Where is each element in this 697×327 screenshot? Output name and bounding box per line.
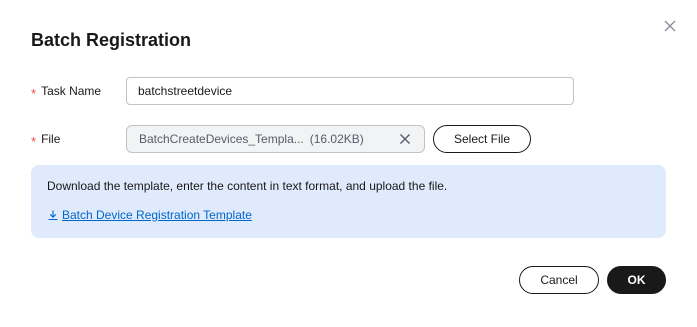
selected-file-name: BatchCreateDevices_Templa... [139, 132, 304, 146]
ok-button[interactable]: OK [607, 266, 666, 294]
template-download-link[interactable]: Batch Device Registration Template [47, 208, 252, 222]
dialog-title: Batch Registration [31, 30, 192, 50]
template-download-link-text: Batch Device Registration Template [62, 208, 252, 222]
download-icon [47, 209, 59, 221]
required-mark: * [31, 85, 37, 101]
file-label: * File [31, 132, 126, 149]
template-info-box: Download the template, enter the content… [31, 165, 666, 238]
remove-file-icon[interactable] [398, 132, 412, 146]
select-file-button[interactable]: Select File [433, 125, 531, 153]
file-row: * File BatchCreateDevices_Templa... (16.… [31, 125, 531, 153]
task-name-input[interactable] [126, 77, 574, 105]
task-name-label: * Task Name [31, 84, 126, 101]
selected-file-size: (16.02KB) [309, 132, 364, 146]
close-icon[interactable] [661, 17, 679, 35]
batch-registration-dialog: Batch Registration * Task Name * File Ba… [0, 0, 697, 327]
task-name-label-text: Task Name [41, 84, 102, 98]
task-name-row: * Task Name [31, 77, 574, 105]
info-text: Download the template, enter the content… [47, 179, 448, 193]
dialog-footer: Cancel OK [519, 266, 666, 294]
selected-file-chip: BatchCreateDevices_Templa... (16.02KB) [126, 125, 425, 153]
cancel-button[interactable]: Cancel [519, 266, 599, 294]
file-label-text: File [41, 132, 61, 146]
required-mark: * [31, 133, 37, 149]
